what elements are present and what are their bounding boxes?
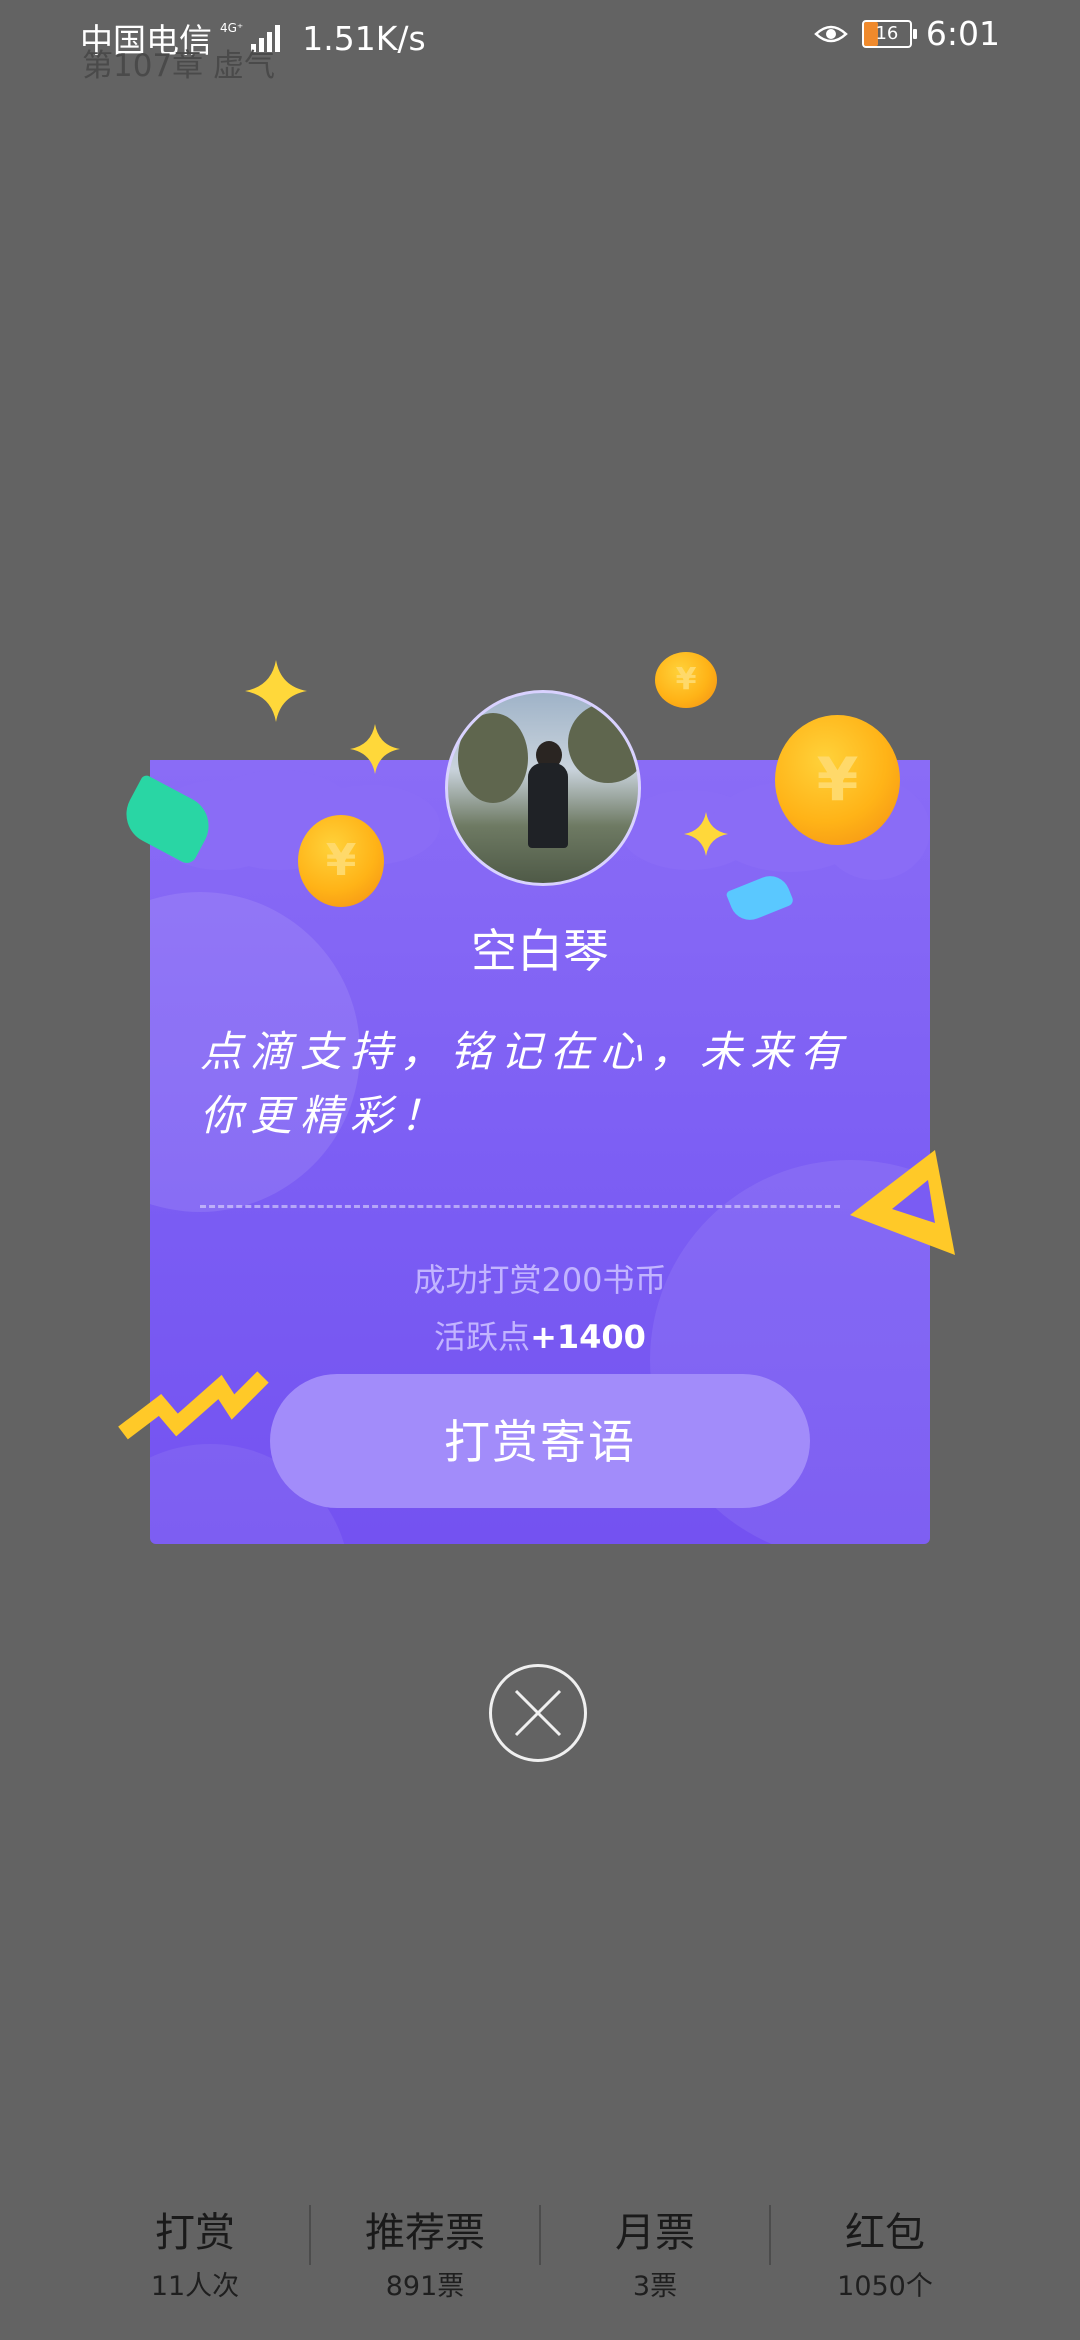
network-speed: 1.51K/s: [302, 18, 426, 58]
clock: 6:01: [925, 14, 1000, 53]
active-points: 活跃点+1400: [150, 1312, 930, 1358]
status-right: 16 6:01: [814, 14, 1000, 53]
tab-red-packet[interactable]: 红包 1050个: [785, 2200, 985, 2303]
eye-icon: [814, 25, 848, 42]
tab-divider: [769, 2205, 771, 2265]
tab-label: 打赏: [155, 2210, 235, 2256]
tab-recommend-ticket[interactable]: 推荐票 891票: [325, 2200, 525, 2303]
tab-count: 891票: [385, 2271, 465, 2302]
avatar: [445, 690, 641, 886]
success-text: 成功打赏200书币: [413, 1261, 667, 1299]
reward-message-button[interactable]: 打赏寄语: [270, 1374, 810, 1508]
tab-divider: [309, 2205, 311, 2265]
star-icon: [684, 812, 728, 856]
tab-label: 月票: [615, 2210, 695, 2256]
tab-count: 3票: [632, 2271, 678, 2302]
divider: [200, 1205, 840, 1208]
battery-icon: 16: [861, 19, 917, 48]
tab-count: 11人次: [150, 2271, 240, 2302]
close-icon: [514, 1689, 562, 1737]
coin-icon: [655, 652, 717, 708]
zigzag-decoration: [118, 1371, 269, 1440]
active-points-label: 活跃点: [434, 1318, 531, 1356]
tab-label: 推荐票: [365, 2210, 485, 2256]
star-icon: [350, 724, 400, 774]
tab-label: 红包: [845, 2210, 925, 2256]
coin-icon: [775, 715, 900, 845]
close-button[interactable]: [489, 1664, 587, 1762]
reward-message: 点滴支持，铭记在心，未来有你更精彩！: [200, 1027, 851, 1140]
tab-count: 1050个: [837, 2271, 933, 2302]
tab-reward[interactable]: 打赏 11人次: [95, 2200, 295, 2303]
triangle-decoration: [850, 1150, 955, 1255]
network-type: 4G⁺: [220, 21, 244, 35]
chapter-title: 第107章 虚气: [82, 48, 276, 84]
star-icon: [245, 660, 307, 722]
coin-icon: [298, 815, 384, 907]
tab-monthly-ticket[interactable]: 月票 3票: [555, 2200, 755, 2303]
tab-divider: [539, 2205, 541, 2265]
active-points-value: +1400: [530, 1318, 646, 1356]
username: 空白琴: [471, 924, 609, 978]
